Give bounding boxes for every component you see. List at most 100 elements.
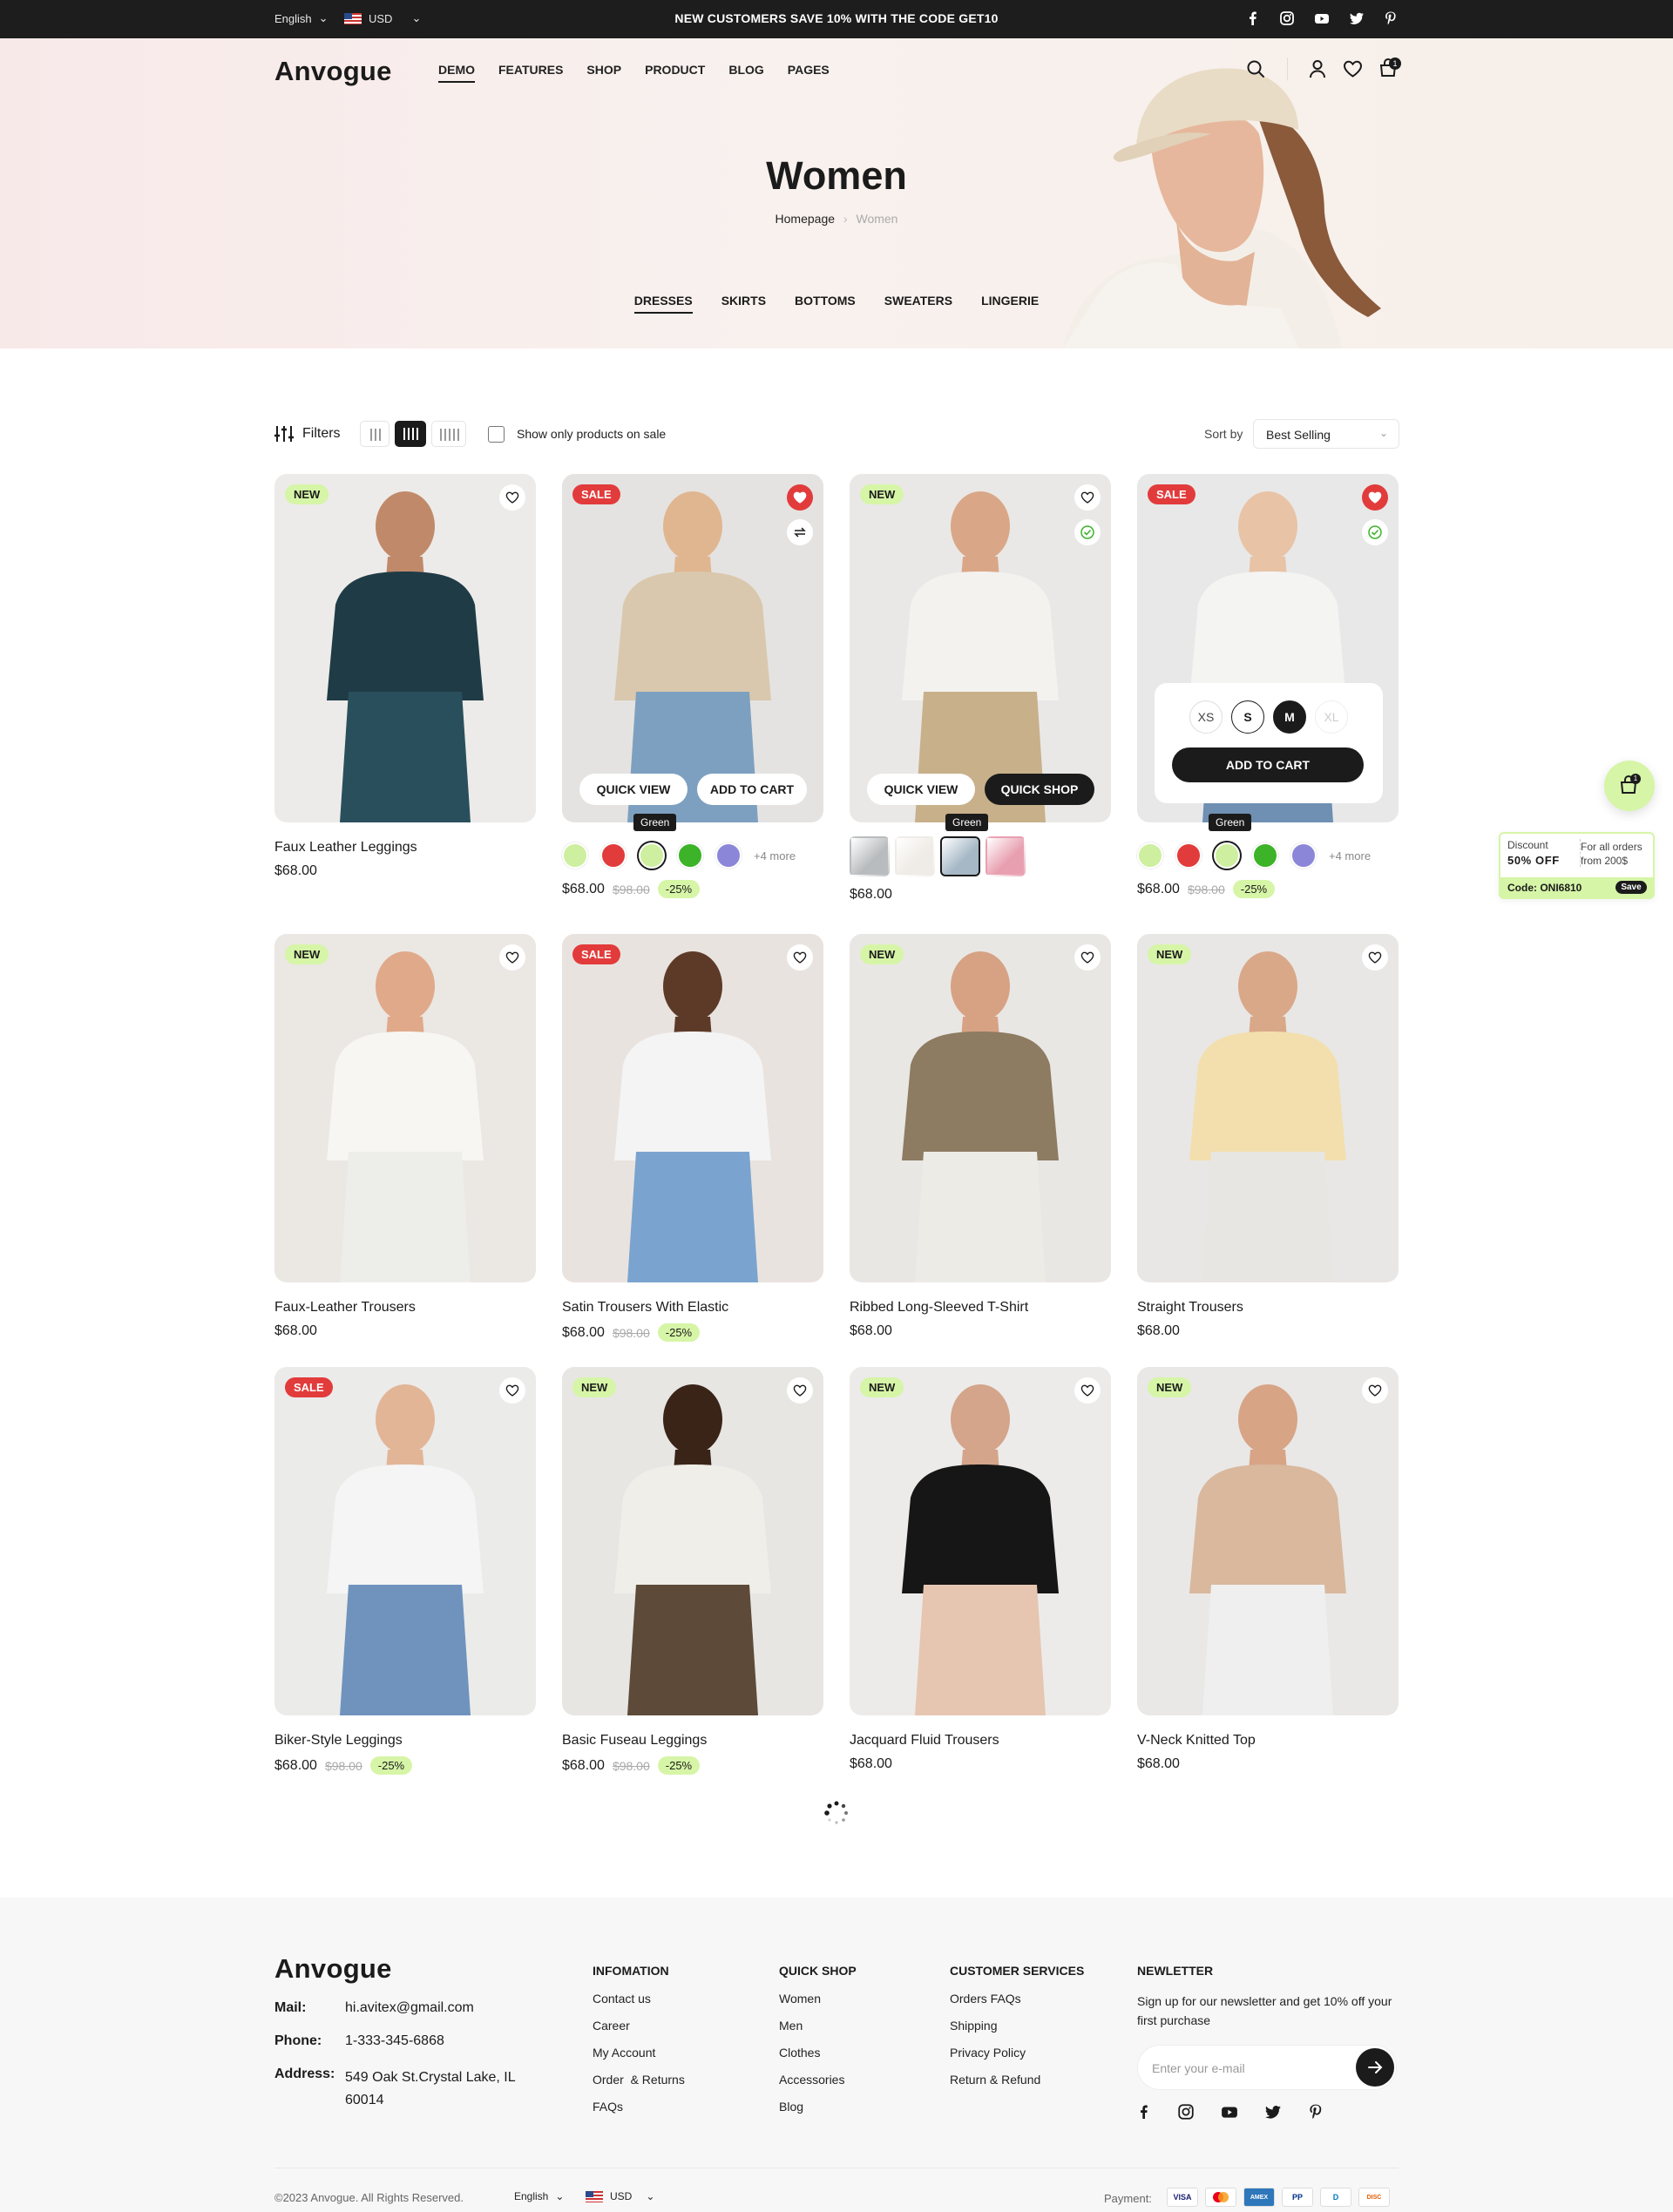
color-swatch[interactable] <box>1214 842 1240 869</box>
product-name[interactable]: Basic Fuseau Leggings <box>562 1733 823 1749</box>
footer-link[interactable]: Privacy Policy <box>950 2046 1084 2060</box>
product-image[interactable]: NEW <box>562 1367 823 1715</box>
product-card[interactable]: NEW QUICK VIEW QUICK SHOP Green $68.00 <box>850 474 1111 903</box>
product-name[interactable]: Straight Trousers <box>1137 1300 1399 1316</box>
size-m[interactable]: M <box>1273 700 1306 734</box>
product-card[interactable]: SALE XS S M XL ADD TO CART +4 more Green … <box>1137 474 1399 898</box>
wishlist-icon[interactable] <box>1343 60 1363 78</box>
footer-link[interactable]: Clothes <box>779 2046 857 2060</box>
tab-skirts[interactable]: SKIRTS <box>721 294 766 314</box>
wishlist-heart-icon[interactable] <box>1362 1377 1388 1404</box>
wishlist-heart-icon[interactable] <box>499 944 525 971</box>
product-image[interactable]: NEW <box>1137 934 1399 1282</box>
grid-3-button[interactable] <box>360 421 389 447</box>
product-image[interactable]: NEW QUICK VIEW QUICK SHOP <box>850 474 1111 822</box>
tab-sweaters[interactable]: SWEATERS <box>884 294 952 314</box>
nav-item-shop[interactable]: SHOP <box>586 63 621 83</box>
product-card[interactable]: NEW Faux-Leather Trousers $68.00 <box>274 934 536 1339</box>
product-image[interactable]: SALE XS S M XL ADD TO CART <box>1137 474 1399 822</box>
color-swatch[interactable] <box>1137 842 1163 869</box>
facebook-icon[interactable] <box>1246 10 1260 26</box>
product-image[interactable]: SALE <box>562 934 823 1282</box>
facebook-icon[interactable] <box>1137 2103 1151 2121</box>
nav-item-features[interactable]: FEATURES <box>498 63 563 83</box>
newsletter-submit-button[interactable] <box>1356 2048 1394 2087</box>
product-card[interactable]: SALE Satin Trousers With Elastic $68.00 $… <box>562 934 823 1342</box>
footer-link[interactable]: Orders FAQs <box>950 1992 1084 2006</box>
wishlist-heart-icon[interactable] <box>1362 944 1388 971</box>
product-card[interactable]: SALE QUICK VIEW ADD TO CART +4 more Green … <box>562 474 823 898</box>
footer-link[interactable]: Accessories <box>779 2073 857 2087</box>
breadcrumb-home[interactable]: Homepage <box>776 212 836 226</box>
footer-link[interactable]: Blog <box>779 2100 857 2114</box>
check-compare-icon[interactable] <box>1074 519 1101 545</box>
footer-currency-selector[interactable]: USD ⌄ <box>586 2190 654 2202</box>
color-swatch[interactable] <box>562 842 588 869</box>
mail-value[interactable]: hi.avitex@gmail.com <box>345 2000 474 2016</box>
variant-thumbnail[interactable] <box>940 836 980 876</box>
user-icon[interactable] <box>1309 59 1326 78</box>
size-xl[interactable]: XL <box>1315 700 1348 734</box>
product-image[interactable]: NEW <box>274 934 536 1282</box>
product-card[interactable]: NEW Basic Fuseau Leggings $68.00 $98.00 -… <box>562 1367 823 1775</box>
product-image[interactable]: NEW <box>850 934 1111 1282</box>
wishlist-heart-icon[interactable] <box>1362 484 1388 511</box>
product-image[interactable]: SALE <box>274 1367 536 1715</box>
compare-icon[interactable] <box>787 519 813 545</box>
nav-item-blog[interactable]: BLOG <box>728 63 763 83</box>
quick-view-button[interactable]: QUICK VIEW <box>579 774 687 805</box>
youtube-icon[interactable] <box>1314 10 1330 26</box>
variant-thumbnail[interactable] <box>895 836 935 876</box>
footer-link[interactable]: Contact us <box>593 1992 685 2006</box>
pinterest-icon[interactable] <box>1308 2103 1324 2121</box>
footer-link[interactable]: Shipping <box>950 2019 1084 2033</box>
nav-item-product[interactable]: PRODUCT <box>645 63 705 83</box>
product-image[interactable]: NEW <box>274 474 536 822</box>
search-icon[interactable] <box>1246 59 1265 78</box>
grid-5-button[interactable] <box>431 421 466 447</box>
twitter-icon[interactable] <box>1349 10 1365 26</box>
filters-button[interactable]: Filters <box>274 424 341 443</box>
product-image[interactable]: SALE QUICK VIEW ADD TO CART <box>562 474 823 822</box>
product-name[interactable]: Biker-Style Leggings <box>274 1733 536 1749</box>
footer-link[interactable]: Women <box>779 1992 857 2006</box>
color-swatch[interactable] <box>715 842 742 869</box>
product-card[interactable]: NEW Straight Trousers $68.00 <box>1137 934 1399 1339</box>
footer-link[interactable]: Career <box>593 2019 685 2033</box>
wishlist-heart-icon[interactable] <box>1074 1377 1101 1404</box>
color-swatch[interactable] <box>639 842 665 869</box>
product-card[interactable]: SALE Biker-Style Leggings $68.00 $98.00 -… <box>274 1367 536 1775</box>
variant-thumbnail[interactable] <box>850 836 890 876</box>
tab-lingerie[interactable]: LINGERIE <box>981 294 1039 314</box>
product-image[interactable]: NEW <box>1137 1367 1399 1715</box>
add-to-cart-button[interactable]: ADD TO CART <box>697 774 807 805</box>
wishlist-heart-icon[interactable] <box>787 484 813 511</box>
footer-link[interactable]: Order & Returns <box>593 2073 685 2087</box>
wishlist-heart-icon[interactable] <box>1074 944 1101 971</box>
more-colors-link[interactable]: +4 more <box>754 849 796 862</box>
wishlist-heart-icon[interactable] <box>1074 484 1101 511</box>
color-swatch[interactable] <box>600 842 627 869</box>
pinterest-icon[interactable] <box>1384 10 1398 26</box>
color-swatch[interactable] <box>1290 842 1317 869</box>
grid-4-button[interactable] <box>395 421 426 447</box>
sort-select[interactable]: Best Selling ⌄ <box>1253 419 1399 449</box>
color-swatch[interactable] <box>1175 842 1202 869</box>
wishlist-heart-icon[interactable] <box>499 1377 525 1404</box>
footer-logo[interactable]: Anvogue <box>274 1953 392 1985</box>
product-image[interactable]: NEW <box>850 1367 1111 1715</box>
product-name[interactable]: Faux Leather Leggings <box>274 840 536 856</box>
floating-cart-button[interactable]: 1 <box>1604 761 1655 811</box>
wishlist-heart-icon[interactable] <box>787 944 813 971</box>
site-logo[interactable]: Anvogue <box>274 56 392 87</box>
product-card[interactable]: NEW Ribbed Long-Sleeved T-Shirt $68.00 <box>850 934 1111 1339</box>
footer-link[interactable]: Return & Refund <box>950 2073 1084 2087</box>
more-colors-link[interactable]: +4 more <box>1329 849 1371 862</box>
product-name[interactable]: Faux-Leather Trousers <box>274 1300 536 1316</box>
sale-only-checkbox[interactable] <box>488 426 505 443</box>
color-swatch[interactable] <box>1252 842 1278 869</box>
quick-view-button[interactable]: QUICK VIEW <box>867 774 975 805</box>
footer-link[interactable]: FAQs <box>593 2100 685 2114</box>
wishlist-heart-icon[interactable] <box>499 484 525 511</box>
footer-link[interactable]: My Account <box>593 2046 685 2060</box>
